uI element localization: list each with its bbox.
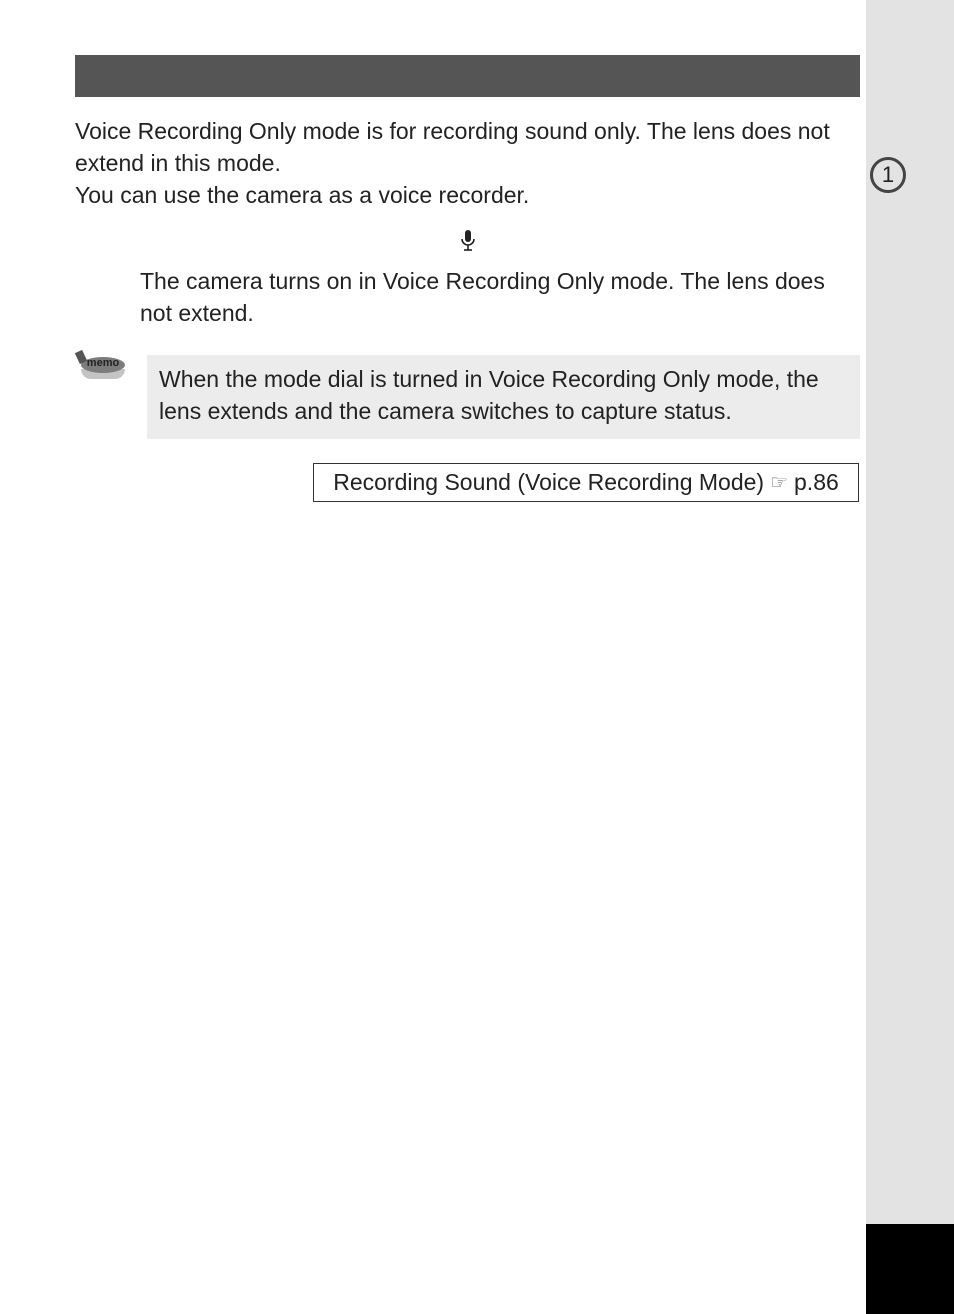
step-description: The camera turns on in Voice Recording O… (140, 265, 860, 329)
intro-line2: You can use the camera as a voice record… (75, 179, 860, 211)
reference-text: Recording Sound (Voice Recording Mode) (333, 469, 764, 496)
page-content: Voice Recording Only mode is for recordi… (75, 55, 860, 502)
memo-text: When the mode dial is turned in Voice Re… (147, 355, 860, 439)
microphone-icon (460, 239, 476, 256)
chapter-badge: 1 (870, 157, 906, 193)
intro-line1: Voice Recording Only mode is for recordi… (75, 115, 860, 179)
memo-row: memo When the mode dial is turned in Voi… (75, 355, 860, 439)
memo-icon: memo (75, 355, 131, 379)
side-tab (866, 0, 954, 1314)
section-title-bar (75, 55, 860, 97)
pointer-icon: ☞ (770, 470, 788, 495)
intro-text: Voice Recording Only mode is for recordi… (75, 115, 860, 212)
mic-icon-row (75, 230, 860, 257)
memo-label: memo (87, 357, 119, 369)
reference-page: p.86 (794, 469, 839, 496)
footer-tab (866, 1224, 954, 1314)
chapter-number: 1 (882, 162, 894, 188)
reference-box: Recording Sound (Voice Recording Mode) ☞… (313, 463, 859, 502)
